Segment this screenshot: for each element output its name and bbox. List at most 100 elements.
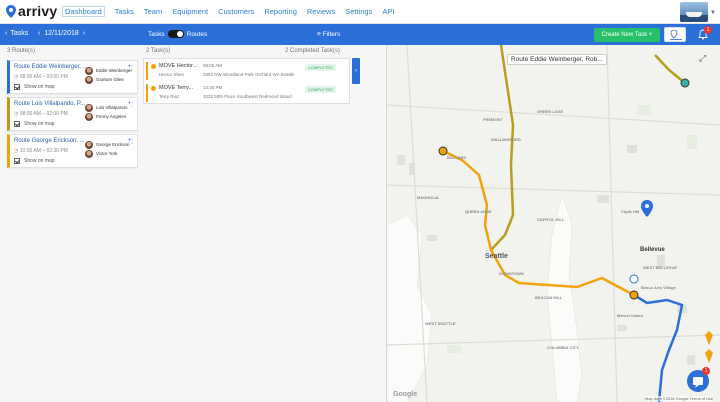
avatar-boat bbox=[686, 12, 702, 17]
nav-tasks[interactable]: Tasks bbox=[115, 7, 134, 17]
logo[interactable]: arrivy bbox=[6, 3, 57, 19]
city-label: WEST BELLEVUE bbox=[643, 265, 678, 270]
team-member: Graham Giles bbox=[85, 75, 132, 84]
filters-button[interactable]: ≡ Filters bbox=[317, 31, 340, 38]
avatar bbox=[85, 66, 93, 75]
route-map[interactable]: BALLARD FREMONT GREEN LAKE WALLINGFORD Q… bbox=[387, 45, 720, 402]
clock-icon: ◷ bbox=[14, 74, 19, 80]
route-title[interactable]: Route Eddie Weinberger, ... bbox=[14, 64, 88, 70]
city-label: BALLARD bbox=[447, 155, 467, 160]
task-time: 12:00 PM bbox=[203, 85, 223, 90]
routes-count: 3 Route(s) bbox=[7, 48, 36, 54]
view-toggle: Tasks Routes bbox=[148, 30, 207, 38]
map-attribution[interactable]: Map data ©2018 Google Terms of Use bbox=[645, 396, 714, 401]
toggle-routes-label: Routes bbox=[186, 30, 208, 38]
more-options-icon[interactable]: ⋮ bbox=[129, 64, 135, 71]
completed-count: 2 Completed Task(s) bbox=[285, 48, 340, 54]
seattle-label: Seattle bbox=[485, 253, 508, 260]
show-on-map-checkbox[interactable] bbox=[14, 84, 20, 90]
team-member-name: Penny Angeles bbox=[96, 114, 127, 119]
task-row[interactable]: MOVE Terry... Terry Ruiz 12:00 PM 3232 5… bbox=[144, 82, 351, 104]
nav-api[interactable]: API bbox=[382, 7, 394, 17]
chat-badge: 1 bbox=[702, 367, 710, 375]
task-status-icon bbox=[151, 64, 156, 69]
city-label: FREMONT bbox=[483, 117, 503, 122]
task-row[interactable]: MOVE Hector... Hector Shen 09:00 AM 3393… bbox=[144, 60, 351, 82]
team-member: Penny Angeles bbox=[85, 112, 127, 121]
avatar bbox=[85, 140, 93, 149]
route-time-text: 10:00 AM – 02:30 PM bbox=[19, 148, 68, 154]
task-address: 3393 NW Woodland Park Orchard WA Seattle bbox=[203, 72, 295, 77]
route-card[interactable]: Route Eddie Weinberger, ... ◷ 08:00 AM –… bbox=[7, 60, 138, 94]
task-color-bar bbox=[146, 84, 148, 102]
fullscreen-icon[interactable]: ⤢ bbox=[699, 53, 706, 64]
task-address: 3232 50th Place Southwest Redmond Island bbox=[203, 94, 292, 99]
view-switch[interactable] bbox=[167, 30, 184, 38]
team-member-name: Lois Villalpando bbox=[96, 105, 128, 110]
show-on-map-checkbox[interactable] bbox=[14, 158, 20, 164]
avatar bbox=[85, 103, 93, 112]
tasks-dropdown[interactable]: ‹ Tasks bbox=[5, 30, 28, 37]
nav-customers[interactable]: Customers bbox=[218, 7, 254, 17]
filters-label: Filters bbox=[322, 31, 341, 38]
team-member: Eddie Weinberger bbox=[85, 66, 132, 75]
nav-dashboard[interactable]: Dashboard bbox=[62, 6, 105, 17]
show-on-map[interactable]: Show on map bbox=[14, 158, 55, 164]
profile-avatar[interactable] bbox=[680, 2, 708, 22]
nav-settings[interactable]: Settings bbox=[345, 7, 372, 17]
route-time-text: 08:00 AM – 03:00 PM bbox=[19, 74, 68, 80]
route-time-text: 08:00 AM – 02:00 PM bbox=[19, 111, 68, 117]
tasks-count: 2 Task(s) bbox=[146, 48, 171, 54]
more-options-icon[interactable]: ⋮ bbox=[129, 101, 135, 108]
show-on-map-label: Show on map bbox=[24, 121, 55, 127]
city-label: WEST SEATTLE bbox=[425, 321, 456, 326]
logo-text: arrivy bbox=[18, 3, 58, 19]
team-member-name: Graham Giles bbox=[96, 77, 124, 82]
team-member-name: Victor York bbox=[96, 151, 118, 156]
city-label: WALLINGFORD bbox=[491, 137, 521, 142]
route-time: ◷ 08:00 AM – 03:00 PM bbox=[14, 74, 68, 80]
city-label: GREEN LAKE bbox=[537, 109, 564, 114]
clock-icon: ◷ bbox=[14, 148, 19, 154]
status-badge: COMPLETED bbox=[305, 64, 336, 71]
toolbar: ‹ Tasks ‹ 12/11/2018 › Tasks Routes ≡ Fi… bbox=[0, 24, 720, 45]
route-tooltip: Route Eddie Weinberger, Rob... bbox=[507, 54, 607, 65]
main-nav: Dashboard Tasks Team Equipment Customers… bbox=[62, 6, 404, 17]
city-label: QUEEN ANNE bbox=[465, 209, 492, 214]
avatar bbox=[85, 75, 93, 84]
notification-badge: 1 bbox=[704, 26, 712, 34]
nav-equipment[interactable]: Equipment bbox=[172, 7, 208, 17]
map-pin-button[interactable] bbox=[664, 27, 686, 42]
route-title[interactable]: Route Lois Villalpando, P... bbox=[14, 101, 85, 107]
current-date[interactable]: 12/11/2018 bbox=[44, 30, 79, 37]
route-title[interactable]: Route George Erickson, ... bbox=[14, 138, 85, 144]
team-member: George Erickson bbox=[85, 140, 130, 149]
task-time: 09:00 AM bbox=[203, 63, 223, 68]
show-on-map[interactable]: Show on map bbox=[14, 121, 55, 127]
collapse-panel-button[interactable]: ‹ bbox=[352, 58, 360, 84]
nav-team[interactable]: Team bbox=[144, 7, 162, 17]
tasks-dropdown-label: Tasks bbox=[10, 30, 29, 37]
bellevue-label: Bellevue bbox=[640, 247, 665, 253]
chevron-left-icon: ‹ bbox=[5, 30, 8, 37]
status-badge: COMPLETED bbox=[305, 86, 336, 93]
create-task-button[interactable]: Create New Task + bbox=[594, 28, 660, 42]
nav-reporting[interactable]: Reporting bbox=[264, 7, 297, 17]
chevron-down-icon[interactable]: ▼ bbox=[710, 10, 716, 16]
route-card[interactable]: Route Lois Villalpando, P... ◷ 08:00 AM … bbox=[7, 97, 138, 131]
next-date-icon[interactable]: › bbox=[83, 30, 85, 37]
nav-reviews[interactable]: Reviews bbox=[307, 7, 335, 17]
task-name[interactable]: MOVE Terry... bbox=[159, 85, 193, 91]
prev-date-icon[interactable]: ‹ bbox=[38, 30, 40, 37]
task-name[interactable]: MOVE Hector... bbox=[159, 63, 197, 69]
map-pin-icon bbox=[670, 30, 682, 40]
more-options-icon[interactable]: ⋮ bbox=[129, 138, 135, 145]
date-navigator: ‹ 12/11/2018 › bbox=[38, 30, 85, 37]
route-people: Eddie Weinberger Graham Giles bbox=[85, 66, 132, 84]
route-time: ◷ 10:00 AM – 02:30 PM bbox=[14, 148, 68, 154]
filter-icon: ≡ bbox=[317, 31, 321, 38]
toggle-tasks-label: Tasks bbox=[148, 30, 165, 38]
route-card[interactable]: Route George Erickson, ... ◷ 10:00 AM – … bbox=[7, 134, 138, 168]
show-on-map-checkbox[interactable] bbox=[14, 121, 20, 127]
show-on-map[interactable]: Show on map bbox=[14, 84, 55, 90]
